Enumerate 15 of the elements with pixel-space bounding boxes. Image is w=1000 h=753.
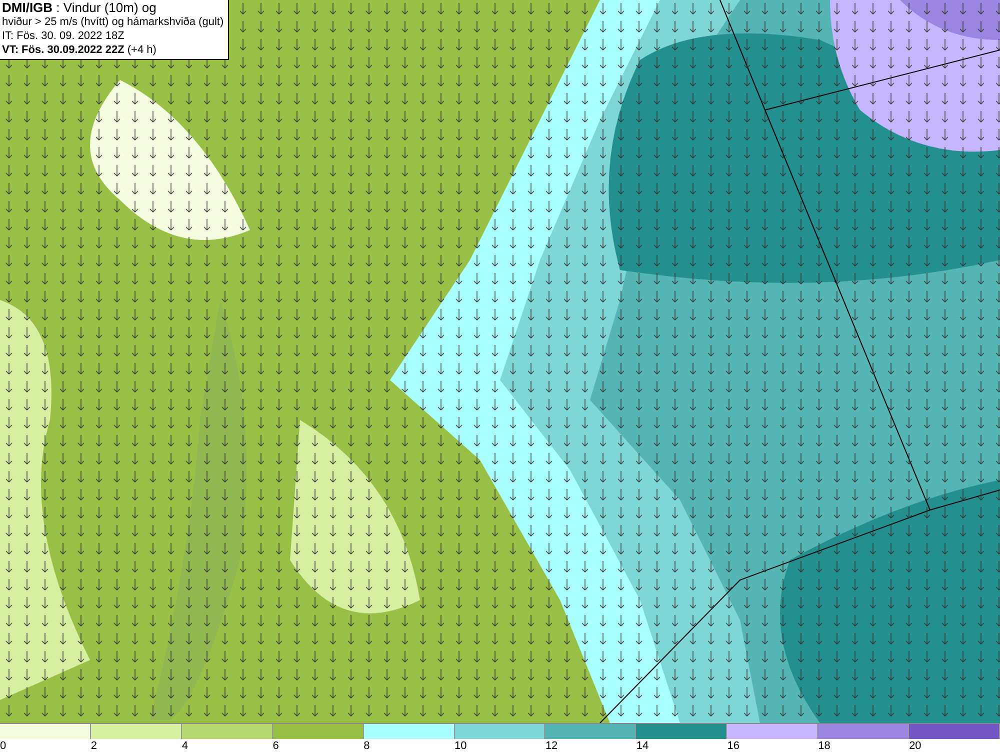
- legend-label: 12: [545, 739, 558, 753]
- legend-label: 8: [364, 739, 370, 753]
- caption-line: VT: Fös. 30.09.2022 22Z (+4 h): [2, 43, 158, 57]
- caption-line: DMI/IGB : Vindur (10m) og: [2, 1, 158, 15]
- caption-line: hviður > 25 m/s (hvítt) og hámarkshviða (gult): [2, 15, 224, 29]
- legend-label: 18: [818, 739, 830, 753]
- legend-label: 0: [0, 739, 6, 753]
- legend-label: 6: [272, 739, 279, 753]
- legend-label: 14: [636, 739, 649, 753]
- legend-label: 10: [454, 739, 467, 753]
- legend-label: 4: [182, 739, 188, 753]
- legend-label: 2: [90, 739, 98, 753]
- legend-label: 20: [909, 739, 922, 753]
- legend-label: 16: [727, 739, 740, 753]
- caption-line: IT: Fös. 30. 09. 2022 18Z: [2, 29, 126, 43]
